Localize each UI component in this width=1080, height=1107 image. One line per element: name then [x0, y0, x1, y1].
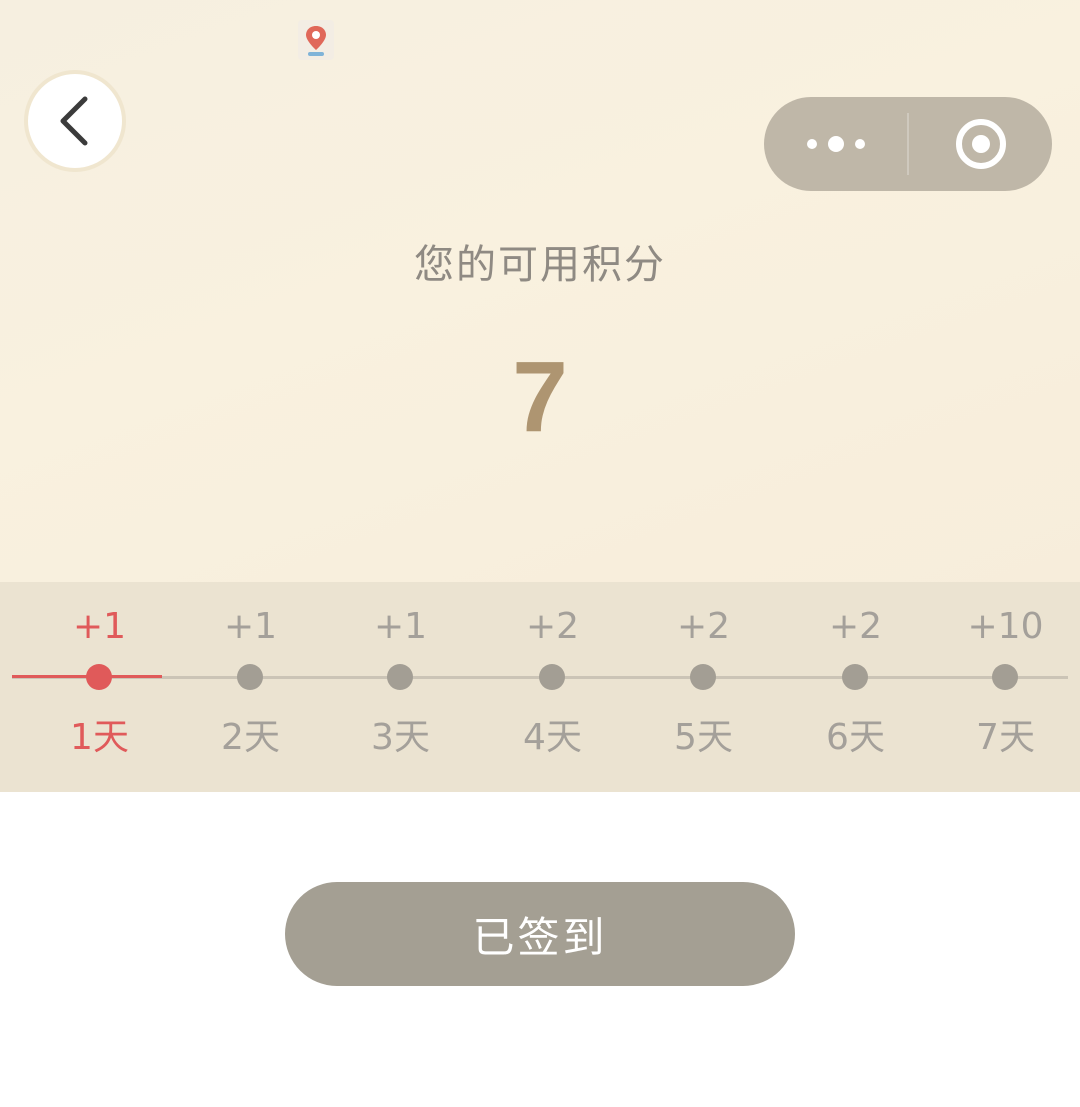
- day-reward: +1: [72, 606, 127, 647]
- day-dot: [690, 664, 716, 690]
- checkin-day-7: +10 7天: [930, 582, 1080, 792]
- checkin-day-5: +2 5天: [628, 582, 779, 792]
- points-value: 7: [512, 341, 568, 453]
- day-dot: [86, 664, 112, 690]
- day-dot: [842, 664, 868, 690]
- signed-in-button[interactable]: 已签到: [285, 882, 795, 986]
- day-label: 4天: [523, 717, 582, 758]
- day-dot: [387, 664, 413, 690]
- mini-program-capsule: [764, 97, 1052, 191]
- day-reward: +2: [525, 606, 580, 647]
- day-dot: [539, 664, 565, 690]
- map-pin-icon: [298, 20, 334, 60]
- day-label: 7天: [976, 717, 1035, 758]
- status-bar: [30, 8, 340, 68]
- back-button[interactable]: [28, 74, 122, 168]
- day-label: 1天: [70, 717, 129, 758]
- day-dot: [992, 664, 1018, 690]
- day-reward: +2: [676, 606, 731, 647]
- day-label: 2天: [221, 717, 280, 758]
- checkin-day-2: +1 2天: [175, 582, 326, 792]
- close-button[interactable]: [909, 97, 1052, 191]
- day-label: 3天: [371, 717, 430, 758]
- checkin-timeline: +1 1天 +1 2天 +1 3天 +2 4天 +2 5天 +2 6天 +10 …: [0, 582, 1080, 792]
- more-button[interactable]: [764, 97, 907, 191]
- checkin-day-6: +2 6天: [780, 582, 931, 792]
- day-reward: +10: [967, 606, 1044, 647]
- more-dots-icon: [806, 136, 865, 152]
- checkin-day-4: +2 4天: [477, 582, 628, 792]
- points-label: 您的可用积分: [414, 242, 666, 288]
- target-icon: [955, 119, 1006, 169]
- day-reward: +1: [373, 606, 428, 647]
- chevron-left-icon: [60, 96, 88, 146]
- day-reward: +2: [828, 606, 883, 647]
- day-label: 6天: [826, 717, 885, 758]
- checkin-day-1: +1 1天: [24, 582, 175, 792]
- header-hero: [0, 0, 1080, 582]
- day-label: 5天: [674, 717, 733, 758]
- checkin-day-3: +1 3天: [325, 582, 476, 792]
- day-reward: +1: [223, 606, 278, 647]
- day-dot: [237, 664, 263, 690]
